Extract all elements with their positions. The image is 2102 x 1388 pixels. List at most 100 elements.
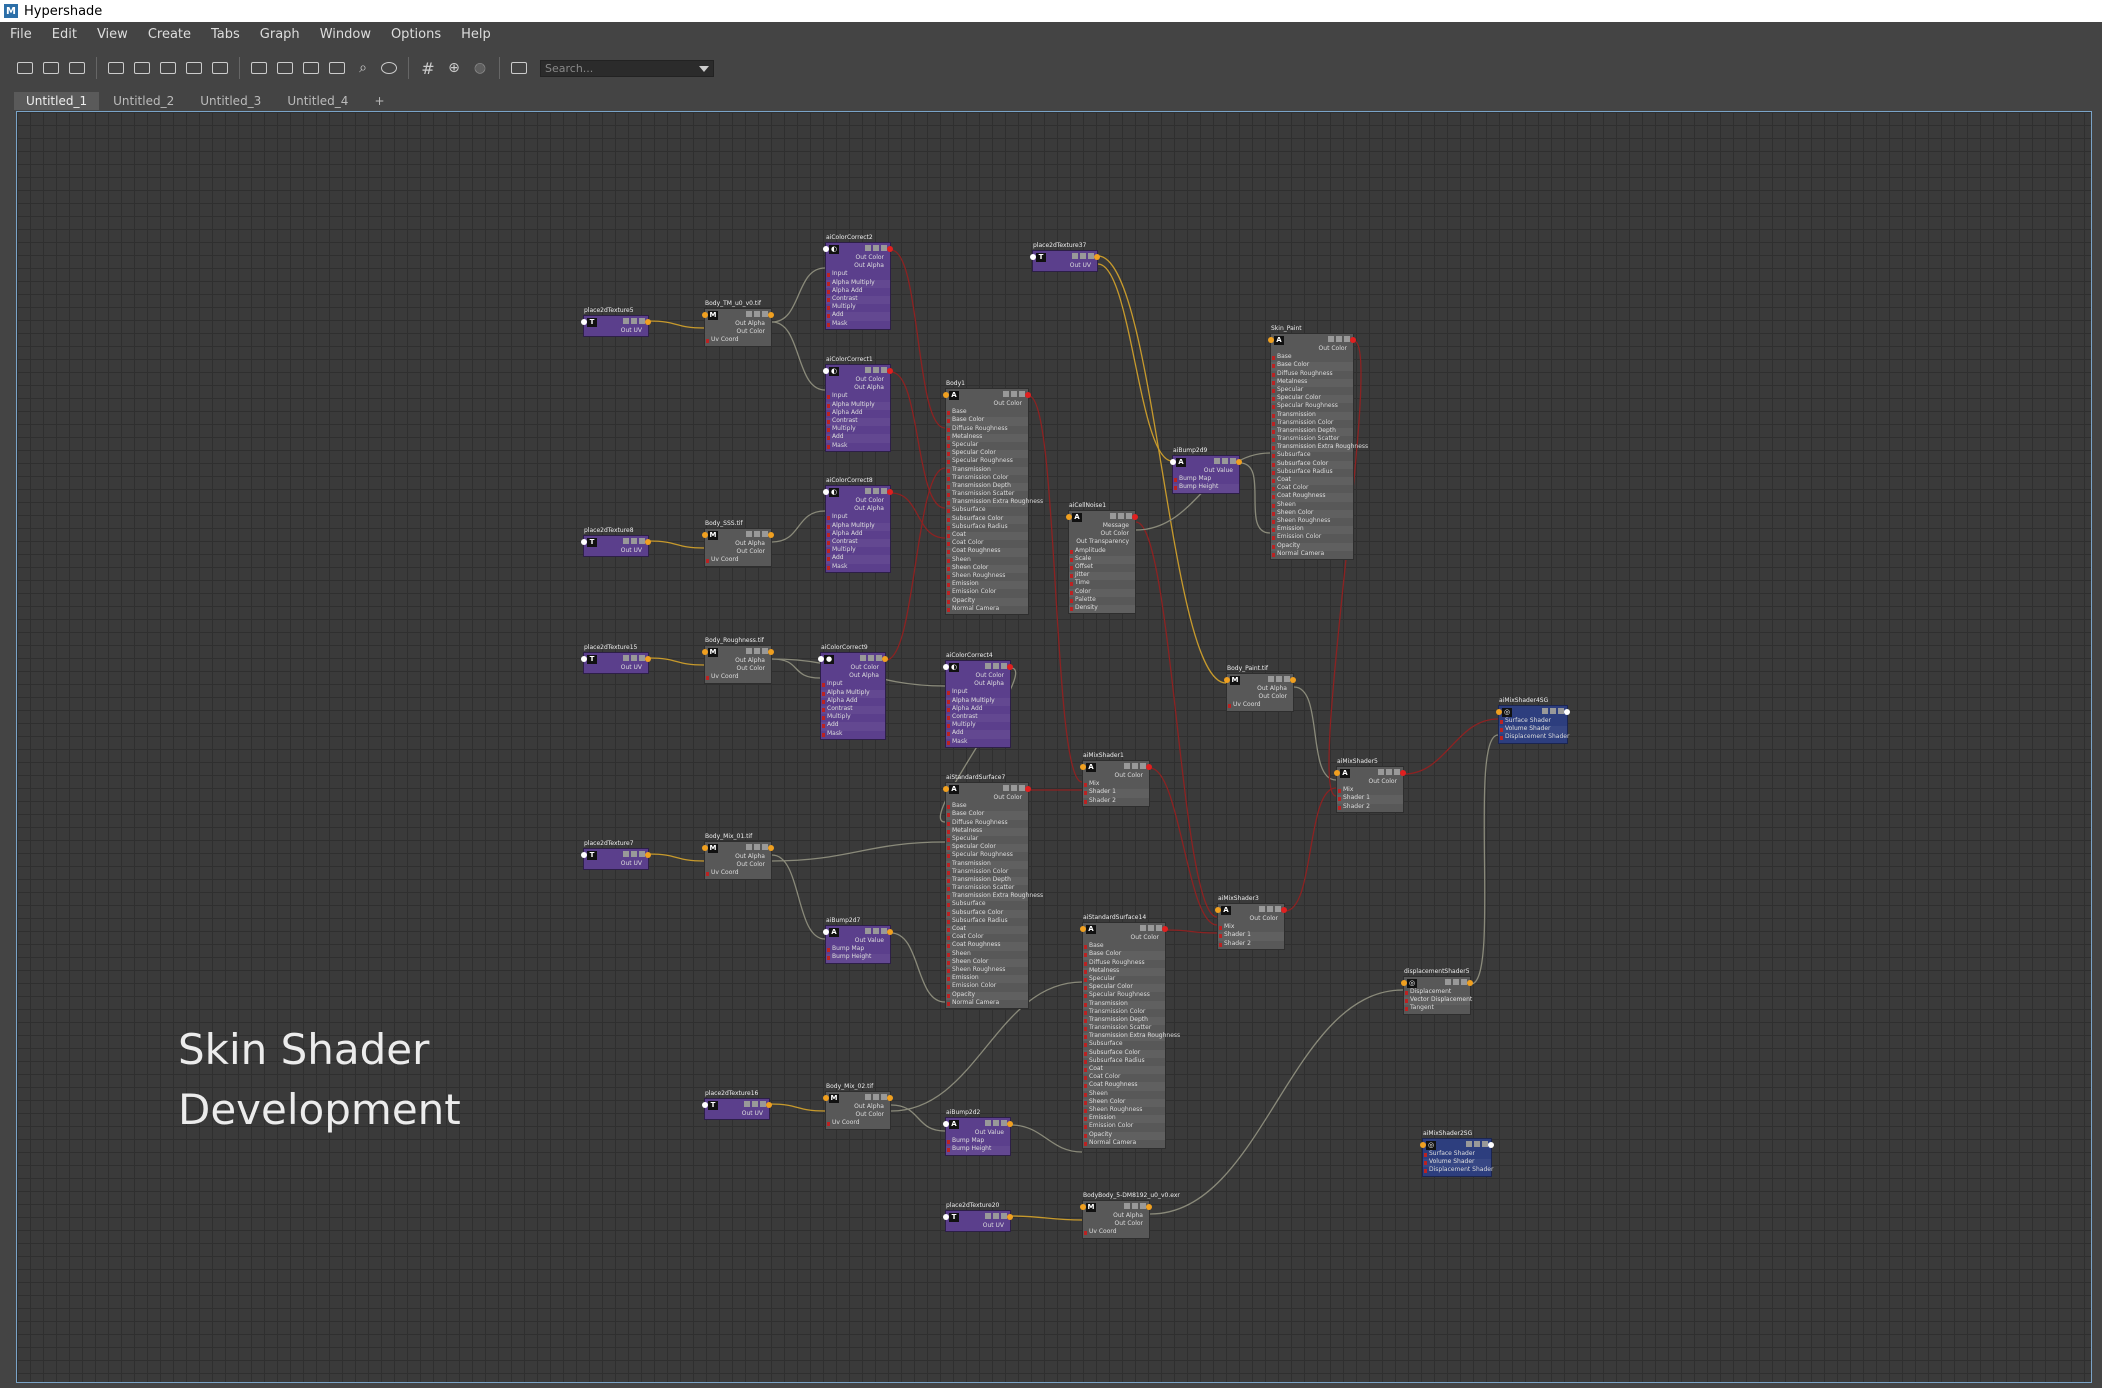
layout-icon[interactable] [1550,708,1556,714]
expand-icon[interactable] [1124,763,1130,769]
input-port-row[interactable]: Bump Height [1173,484,1239,493]
input-port-marker[interactable] [1272,364,1275,369]
output-port-label[interactable]: Out UV [584,860,648,869]
input-port-marker[interactable] [947,542,950,547]
node-sg[interactable]: aiMixShader4SG ◎ Surface Shader Volume Shad… [1496,698,1570,744]
input-port[interactable] [1334,770,1340,776]
input-port-marker[interactable] [1084,1035,1087,1040]
input-output-connections-icon[interactable] [41,58,61,78]
input-port-marker[interactable] [827,516,830,521]
node-p2d15[interactable]: place2dTexture15 T Out UV [581,645,651,675]
input-port-marker[interactable] [1424,1161,1427,1166]
layout-icon[interactable] [631,318,637,324]
expand-icon[interactable] [985,663,991,669]
input-port-marker[interactable] [947,443,950,448]
output-port[interactable] [645,656,651,662]
input-port-marker[interactable] [827,444,830,449]
layout-icon[interactable] [993,1213,999,1219]
input-port-marker[interactable] [947,484,950,489]
input-port-marker[interactable] [822,699,825,704]
layout-icon[interactable] [1132,1203,1138,1209]
input-port-marker[interactable] [827,395,830,400]
input-port-marker[interactable] [1084,1141,1087,1146]
input-port-marker[interactable] [947,862,950,867]
node-p2d16[interactable]: place2dTexture16 T Out UV [702,1091,772,1121]
input-port-marker[interactable] [947,707,950,712]
output-port[interactable] [887,1095,893,1101]
input-port-marker[interactable] [947,977,950,982]
input-port-marker[interactable] [1084,1002,1087,1007]
node-bump9[interactable]: aiBump2d9 A Out Value Bump Map Bump Height [1170,448,1242,494]
expand-icon[interactable] [865,488,871,494]
node-view-buttons[interactable] [863,367,887,373]
input-port-marker[interactable] [1084,994,1087,999]
output-port[interactable] [1290,677,1296,683]
input-port-marker[interactable] [1084,791,1087,796]
grid-toggle-icon[interactable]: # [418,58,438,78]
input-port-marker[interactable] [947,1148,950,1153]
output-port[interactable] [1094,254,1100,260]
output-port[interactable] [645,539,651,545]
input-port-row[interactable]: Mask [821,730,885,739]
input-port-marker[interactable] [827,565,830,570]
input-port-marker[interactable] [1272,397,1275,402]
input-port-marker[interactable] [947,715,950,720]
expand-icon[interactable] [1003,785,1009,791]
input-port-marker[interactable] [1070,582,1073,587]
input-port[interactable] [1030,254,1036,260]
input-port-marker[interactable] [947,607,950,612]
input-port-row[interactable]: Mask [946,738,1010,747]
input-port-marker[interactable] [947,821,950,826]
layout-icon[interactable] [873,488,879,494]
node-view-buttons[interactable] [863,928,887,934]
node-ss7[interactable]: aiStandardSurface7 A Out Color Base Base Col… [943,775,1043,1009]
layout-icon[interactable] [631,538,637,544]
input-port-marker[interactable] [1272,462,1275,467]
node-bodyExr[interactable]: BodyBody_5-DM8192_u0_v0.exr M Out Alpha Out… [1080,1193,1180,1239]
node-bump7[interactable]: aiBump2d7 A Out Value Bump Map Bump Height [823,918,893,964]
input-port-marker[interactable] [947,435,950,440]
input-port-marker[interactable] [947,837,950,842]
input-port-marker[interactable] [1272,552,1275,557]
input-port[interactable] [823,489,829,495]
expand-icon[interactable] [746,648,752,654]
input-port-marker[interactable] [947,928,950,932]
input-port-marker[interactable] [947,724,950,729]
input-port-marker[interactable] [1084,1108,1087,1113]
input-port-marker[interactable] [1084,1059,1087,1064]
input-port-marker[interactable] [1272,487,1275,492]
custom-view-icon[interactable] [327,58,347,78]
node-view-buttons[interactable] [983,1120,1007,1126]
node-view-buttons[interactable] [1138,925,1162,931]
layout-icon[interactable] [873,245,879,251]
input-port-marker[interactable] [1070,590,1073,595]
layout-icon[interactable] [752,1101,758,1107]
input-port-marker[interactable] [947,419,950,424]
input-port[interactable] [943,392,949,398]
input-port-marker[interactable] [1084,1018,1087,1023]
input-port-marker[interactable] [827,289,830,294]
input-port-marker[interactable] [1338,789,1341,794]
output-port[interactable] [1236,459,1242,465]
input-port-marker[interactable] [947,944,950,949]
snap-grid-icon[interactable]: ⊕ [444,58,464,78]
input-port-marker[interactable] [1084,1117,1087,1122]
output-port[interactable] [887,246,893,252]
remove-selected-icon[interactable] [158,58,178,78]
menu-edit[interactable]: Edit [42,27,87,42]
node-sg2[interactable]: aiMixShader2SG ◎ Surface Shader Volume Shad… [1420,1131,1494,1177]
input-port-marker[interactable] [1084,799,1087,804]
input-port-row[interactable]: Mask [826,442,890,451]
menu-graph[interactable]: Graph [250,27,310,42]
node-view-buttons[interactable] [1326,336,1350,342]
layout-icon[interactable] [1222,458,1228,464]
connected-view-icon[interactable] [275,58,295,78]
node-view-buttons[interactable] [1443,979,1467,985]
input-port[interactable] [1215,907,1221,913]
input-port-marker[interactable] [827,322,830,327]
layout-icon[interactable] [754,648,760,654]
input-port-marker[interactable] [1084,961,1087,966]
input-port-marker[interactable] [1272,380,1275,385]
input-port-marker[interactable] [1084,977,1087,982]
input-port-marker[interactable] [947,591,950,596]
